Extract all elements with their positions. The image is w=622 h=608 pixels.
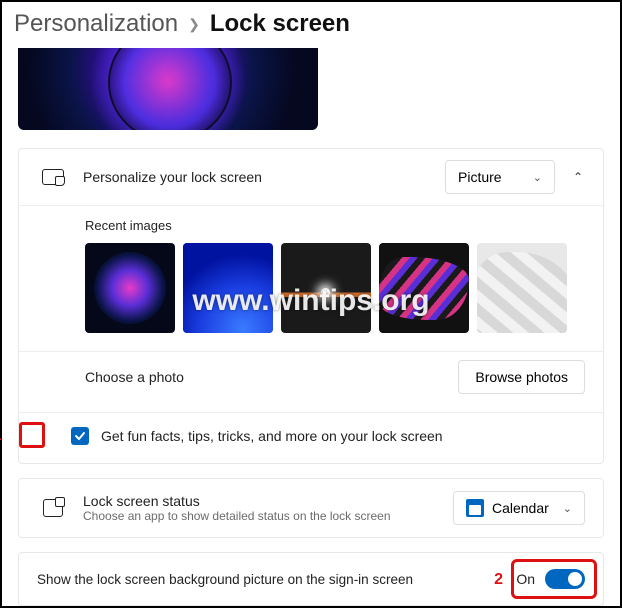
choose-photo-label: Choose a photo	[85, 369, 184, 385]
breadcrumb-parent[interactable]: Personalization	[14, 10, 178, 38]
status-icon	[43, 499, 63, 517]
background-type-value: Picture	[458, 169, 502, 185]
status-app-value: Calendar	[492, 500, 549, 516]
personalize-card: Personalize your lock screen Picture ⌄ ⌃…	[18, 148, 604, 464]
calendar-icon	[466, 499, 484, 517]
monitor-lock-icon	[42, 169, 64, 185]
recent-image-5[interactable]	[477, 243, 567, 333]
annotation-1: 1	[0, 427, 2, 445]
page-title: Lock screen	[210, 10, 350, 38]
annotation-2: 2	[494, 571, 503, 589]
recent-images	[19, 243, 603, 351]
lockscreen-preview	[18, 48, 318, 130]
chevron-right-icon: ❯	[188, 16, 200, 33]
chevron-down-icon: ⌄	[533, 171, 542, 184]
recent-image-4[interactable]	[379, 243, 469, 333]
expand-toggle[interactable]: ⌃	[571, 170, 585, 184]
toggle-knob	[568, 572, 582, 586]
status-app-select[interactable]: Calendar ⌄	[453, 491, 585, 525]
annotation-1-box	[19, 422, 45, 448]
browse-photos-button[interactable]: Browse photos	[458, 360, 585, 394]
funfacts-label: Get fun facts, tips, tricks, and more on…	[101, 428, 443, 444]
toggle-track	[545, 569, 585, 589]
recent-images-label: Recent images	[19, 206, 603, 243]
background-type-select[interactable]: Picture ⌄	[445, 160, 555, 194]
recent-image-1[interactable]	[85, 243, 175, 333]
status-card: Lock screen status Choose an app to show…	[18, 478, 604, 538]
signin-picture-card: Show the lock screen background picture …	[18, 552, 604, 606]
funfacts-checkbox[interactable]	[71, 427, 89, 445]
recent-image-3[interactable]	[281, 243, 371, 333]
signin-label: Show the lock screen background picture …	[37, 572, 413, 587]
personalize-title: Personalize your lock screen	[83, 169, 262, 185]
status-subtitle: Choose an app to show detailed status on…	[83, 509, 391, 523]
recent-image-2[interactable]	[183, 243, 273, 333]
breadcrumb: Personalization ❯ Lock screen	[2, 2, 620, 48]
chevron-down-icon: ⌄	[563, 502, 572, 515]
status-title: Lock screen status	[83, 493, 391, 509]
